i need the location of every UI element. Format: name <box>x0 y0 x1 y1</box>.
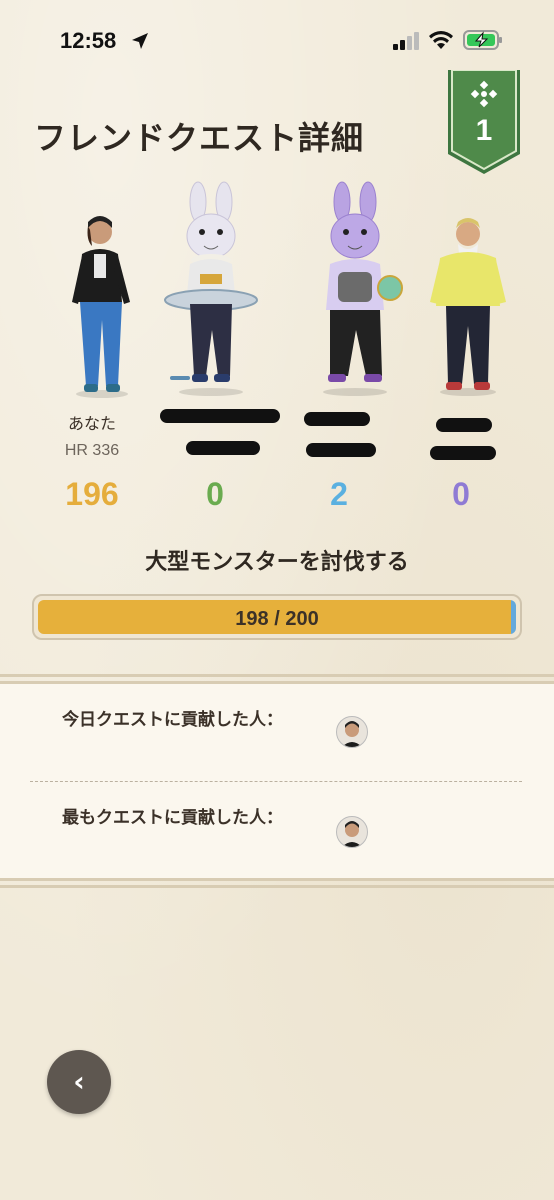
status-time: 12:58 <box>60 28 117 53</box>
quest-objective: 大型モンスターを討伐する <box>145 550 409 575</box>
divider-bottom <box>0 878 554 888</box>
rank-badge: 1 <box>446 70 522 176</box>
quest-progress-bar: 198 / 200 <box>32 594 522 640</box>
location-arrow-icon <box>132 33 148 49</box>
rank-number: 1 <box>475 114 493 147</box>
clover-emblem-icon <box>470 80 498 108</box>
cellular-signal-icon <box>393 32 419 50</box>
player-avatar-friend-1[interactable] <box>156 180 266 396</box>
redacted-name-friend-1 <box>160 409 280 423</box>
progress-track: 198 / 200 <box>38 600 516 634</box>
today-contributor-avatar[interactable] <box>336 716 368 748</box>
redacted-hr-friend-2 <box>306 443 376 457</box>
divider-top <box>0 674 554 684</box>
progress-text: 198 / 200 <box>235 608 319 630</box>
today-contributor-label: 今日クエストに貢献した人： <box>62 710 283 730</box>
redacted-hr-friend-3 <box>430 446 496 460</box>
score-you: 196 <box>65 476 119 512</box>
redacted-name-friend-3 <box>436 418 492 432</box>
player-name-you: あなた <box>67 414 116 433</box>
score-friend-1: 0 <box>206 476 224 512</box>
redacted-name-friend-2 <box>304 412 370 426</box>
back-button[interactable]: ‹ <box>47 1050 111 1114</box>
most-contributor-avatar[interactable] <box>336 816 368 848</box>
player-avatar-you[interactable] <box>64 210 140 398</box>
player-avatar-friend-2[interactable] <box>300 180 410 396</box>
player-hunter-rank: HR 336 <box>64 442 120 459</box>
status-bar: 12:58 <box>0 0 554 80</box>
most-contributor-label: 最もクエストに貢献した人： <box>62 808 283 828</box>
contribution-separator <box>30 781 522 782</box>
wifi-icon <box>429 31 453 49</box>
score-friend-2: 2 <box>330 476 348 512</box>
battery-charging-icon <box>463 30 502 50</box>
redacted-hr-friend-1 <box>186 441 260 455</box>
player-avatar-friend-3[interactable] <box>426 214 510 396</box>
page-title: フレンドクエスト詳細 <box>34 119 365 157</box>
chevron-left-icon: ‹ <box>73 1065 85 1098</box>
score-friend-3: 0 <box>452 476 470 512</box>
